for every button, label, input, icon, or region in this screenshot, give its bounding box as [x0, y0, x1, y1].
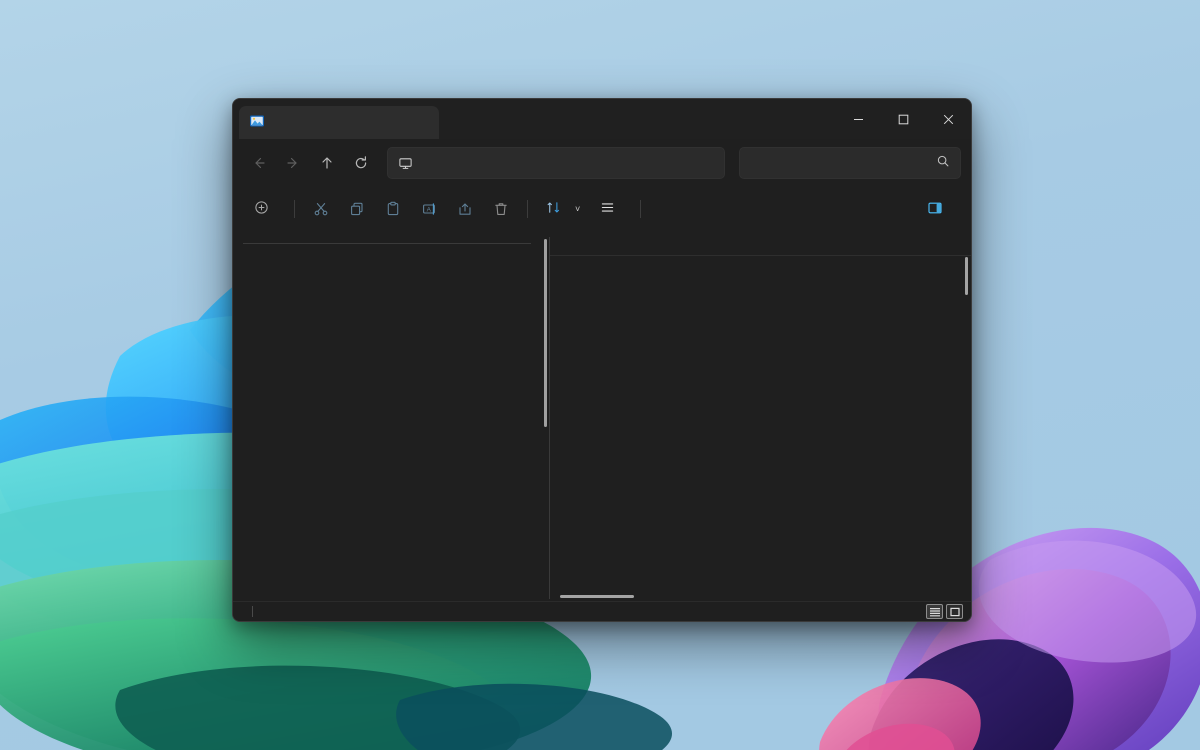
maximize-icon[interactable]	[881, 99, 926, 139]
divider	[640, 200, 641, 218]
divider	[252, 606, 253, 617]
column-header-row	[550, 231, 971, 256]
details-pane-button[interactable]	[918, 193, 959, 225]
status-bar	[233, 601, 971, 621]
title-bar	[233, 99, 971, 139]
search-input[interactable]	[750, 156, 936, 170]
up-arrow-icon[interactable]	[311, 147, 343, 179]
content-horizontal-scrollbar[interactable]	[560, 595, 955, 598]
folder-picture-icon	[249, 113, 265, 132]
window-body	[233, 231, 971, 601]
tab-strip	[233, 99, 475, 139]
details-pane-icon	[927, 200, 943, 219]
paste-icon[interactable]	[376, 193, 410, 225]
forward-arrow-icon[interactable]	[277, 147, 309, 179]
navigation-bar	[233, 139, 971, 187]
file-list	[550, 256, 971, 601]
refresh-icon[interactable]	[345, 147, 377, 179]
content-horizontal-scrollbar-thumb[interactable]	[560, 595, 634, 598]
chevron-down-icon: ˅	[575, 204, 580, 214]
sidebar-scrollbar-thumb[interactable]	[544, 239, 547, 427]
search-box[interactable]	[739, 147, 961, 179]
new-button[interactable]	[245, 193, 285, 225]
svg-text:A: A	[427, 206, 432, 213]
details-view-icon[interactable]	[926, 604, 943, 619]
minimize-icon[interactable]	[836, 99, 881, 139]
sidebar-scrollbar[interactable]	[544, 235, 547, 595]
delete-icon[interactable]	[484, 193, 518, 225]
plus-circle-icon	[254, 200, 269, 218]
sort-icon	[546, 200, 561, 218]
back-arrow-icon[interactable]	[243, 147, 275, 179]
view-list-icon	[600, 200, 615, 218]
breadcrumb[interactable]	[387, 147, 725, 179]
share-icon[interactable]	[448, 193, 482, 225]
close-icon[interactable]	[411, 112, 433, 134]
sidebar-divider	[243, 243, 531, 244]
navigation-pane	[233, 231, 549, 601]
content-vertical-scrollbar[interactable]	[965, 257, 968, 585]
content-pane	[550, 231, 971, 601]
large-icons-view-icon[interactable]	[946, 604, 963, 619]
close-icon[interactable]	[926, 99, 971, 139]
content-vertical-scrollbar-thumb[interactable]	[965, 257, 968, 295]
search-icon[interactable]	[936, 154, 950, 173]
copy-icon[interactable]	[340, 193, 374, 225]
tab-active[interactable]	[239, 106, 439, 139]
more-options-button[interactable]	[650, 193, 668, 225]
file-explorer-window: A ˅	[232, 98, 972, 622]
desktop: A ˅	[0, 0, 1200, 750]
this-pc-icon	[398, 156, 413, 171]
rename-icon[interactable]: A	[412, 193, 446, 225]
view-toggle-group	[926, 604, 963, 619]
divider	[294, 200, 295, 218]
cut-icon[interactable]	[304, 193, 338, 225]
sort-button[interactable]: ˅	[537, 193, 589, 225]
divider	[527, 200, 528, 218]
new-tab-button[interactable]	[445, 107, 475, 137]
view-button[interactable]	[591, 193, 631, 225]
window-controls	[836, 99, 971, 139]
command-bar: A ˅	[233, 187, 971, 231]
